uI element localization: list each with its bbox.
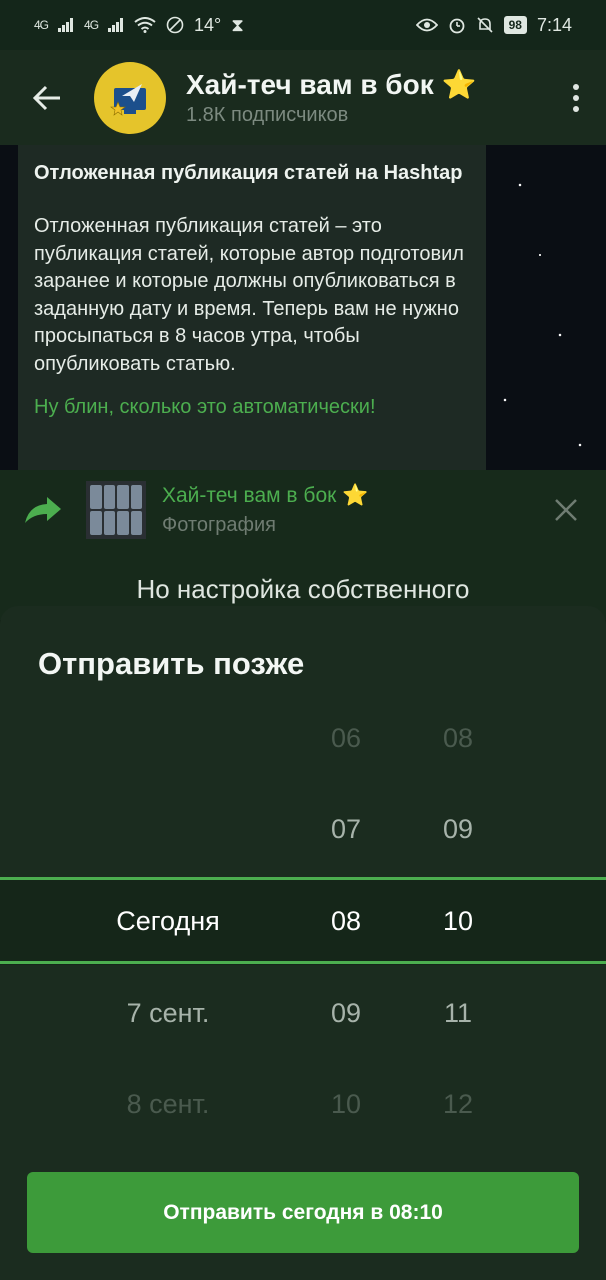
date-option[interactable] — [40, 718, 296, 758]
minute-wheel[interactable]: 08 09 10 11 12 — [408, 691, 508, 1151]
channel-title[interactable]: Хай-теч вам в бок ⭐ — [186, 68, 546, 102]
status-bar: 4G 4G 14° ⧗ 98 7:14 — [0, 0, 606, 50]
back-arrow-icon — [32, 85, 60, 110]
eye-icon — [415, 18, 438, 32]
post-link[interactable]: Ну блин, сколько это автоматически! — [34, 396, 470, 419]
alarm-icon — [449, 18, 464, 34]
temperature: 14° — [194, 14, 222, 35]
date-option[interactable]: 8 сент. — [40, 1084, 296, 1124]
signal-icon: 4G — [34, 18, 49, 32]
date-wheel[interactable]: Сегодня 7 сент. 8 сент. — [40, 691, 296, 1151]
message-bubble[interactable]: Отложенная публикация статей на Hashtap … — [18, 145, 486, 470]
hour-option-selected[interactable]: 08 — [296, 901, 396, 941]
subscriber-count: 1.8К подписчиков — [186, 104, 349, 126]
no-sim-icon — [166, 16, 184, 34]
cancel-forward-button[interactable] — [526, 498, 606, 522]
hour-option[interactable]: 06 — [296, 718, 396, 758]
send-scheduled-button[interactable]: Отправить сегодня в 08:10 — [27, 1172, 579, 1253]
forward-icon — [25, 497, 61, 523]
minute-option[interactable]: 08 — [408, 718, 508, 758]
forward-channel-name: Хай-теч вам в бок ⭐ — [162, 483, 369, 507]
hour-option[interactable]: 07 — [296, 809, 396, 849]
more-options-button[interactable] — [546, 50, 606, 145]
date-option[interactable] — [40, 809, 296, 849]
date-option-selected[interactable]: Сегодня — [40, 901, 296, 941]
post-title: Отложенная публикация статей на Hashtap — [34, 162, 463, 184]
minute-option[interactable]: 09 — [408, 809, 508, 849]
close-icon — [555, 499, 577, 521]
hour-option[interactable]: 09 — [296, 993, 396, 1033]
minute-option[interactable]: 12 — [408, 1084, 508, 1124]
clock: 7:14 — [536, 14, 572, 35]
signal-icon-2: 4G — [84, 18, 99, 32]
signal-bars-icon-2 — [108, 18, 124, 32]
chat-header: Хай-теч вам в бок ⭐ 1.8К подписчиков — [0, 50, 606, 145]
post-body: Отложенная публикация статей – это публи… — [34, 215, 464, 375]
photo-thumbnail — [86, 481, 146, 539]
forward-preview-bar: Хай-теч вам в бок ⭐ Фотография — [0, 470, 606, 550]
minute-option[interactable]: 11 — [408, 993, 508, 1033]
hourglass-icon: ⧗ — [231, 14, 244, 35]
signal-bars-icon — [58, 18, 74, 32]
minute-option-selected[interactable]: 10 — [408, 901, 508, 941]
more-vert-icon — [573, 83, 579, 90]
hour-option[interactable]: 10 — [296, 1084, 396, 1124]
date-time-picker[interactable]: Сегодня 7 сент. 8 сент. 06 07 08 09 10 0… — [0, 691, 606, 1151]
date-option[interactable]: 7 сент. — [40, 993, 296, 1033]
sheet-title: Отправить позже — [38, 646, 305, 681]
back-button[interactable] — [0, 50, 94, 145]
schedule-sheet: Отправить позже Сегодня 7 сент. 8 сент. … — [0, 606, 606, 1280]
bell-off-icon — [477, 17, 493, 33]
wifi-icon — [134, 17, 156, 33]
chat-area[interactable]: Отложенная публикация статей на Hashtap … — [0, 145, 606, 470]
hour-wheel[interactable]: 06 07 08 09 10 — [296, 691, 396, 1151]
battery-indicator: 98 — [503, 16, 527, 34]
forward-type: Фотография — [162, 513, 276, 536]
channel-logo-icon — [110, 83, 146, 116]
channel-avatar[interactable] — [94, 61, 166, 134]
